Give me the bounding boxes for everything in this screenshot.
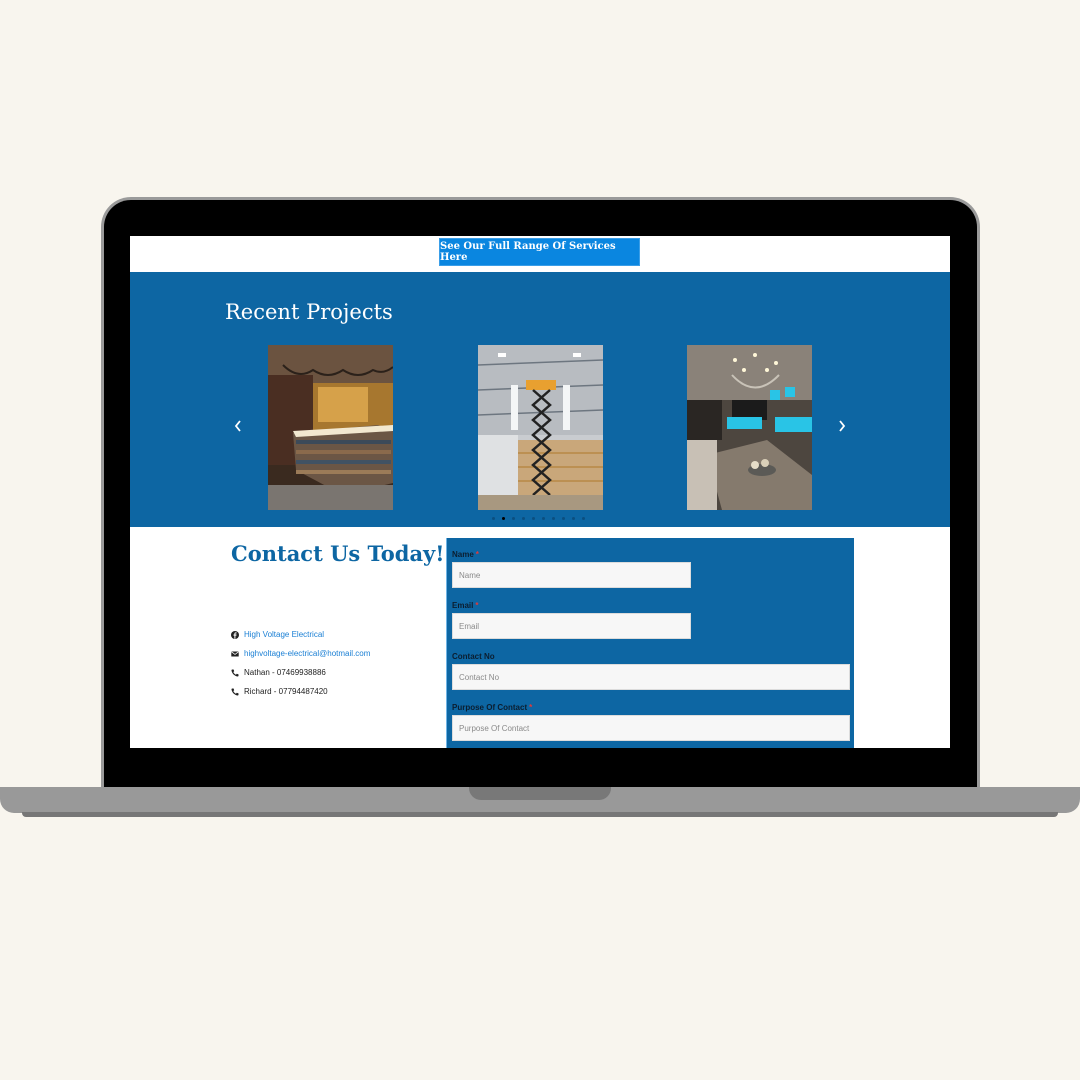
carousel-pagination — [492, 517, 585, 520]
contact-info-list: High Voltage Electrical highvoltage-elec… — [231, 625, 370, 701]
services-button[interactable]: See Our Full Range Of Services Here — [439, 238, 640, 266]
contact-no-label: Contact No — [452, 652, 495, 661]
phone-icon — [231, 688, 239, 696]
carousel-dot[interactable] — [532, 517, 535, 520]
projects-title: Recent Projects — [225, 300, 393, 324]
project-slide-warehouse[interactable] — [478, 345, 603, 510]
contact-item-email[interactable]: highvoltage-electrical@hotmail.com — [231, 644, 370, 663]
phone-nathan: Nathan - 07469938886 — [244, 668, 326, 677]
required-marker: * — [475, 601, 479, 610]
carousel-dot[interactable] — [512, 517, 515, 520]
required-marker: * — [475, 550, 479, 559]
carousel-dot[interactable] — [492, 517, 495, 520]
laptop-notch — [469, 787, 611, 800]
envelope-icon — [231, 650, 239, 658]
chevron-right-icon — [839, 420, 846, 432]
carousel-dot[interactable] — [572, 517, 575, 520]
contact-item-facebook[interactable]: High Voltage Electrical — [231, 625, 370, 644]
name-label: Name * — [452, 550, 479, 559]
purpose-input[interactable] — [452, 715, 850, 741]
contact-no-label-text: Contact No — [452, 652, 495, 661]
recent-projects-section: Recent Projects — [130, 272, 950, 527]
carousel-dot[interactable] — [522, 517, 525, 520]
name-input[interactable] — [452, 562, 691, 588]
email-link[interactable]: highvoltage-electrical@hotmail.com — [244, 649, 370, 658]
carousel-dot[interactable] — [552, 517, 555, 520]
project-slide-bar[interactable] — [268, 345, 393, 510]
contact-title: Contact Us Today! — [231, 541, 445, 566]
top-strip: See Our Full Range Of Services Here — [130, 236, 950, 272]
laptop-base-shadow — [22, 812, 1058, 817]
laptop-screen: See Our Full Range Of Services Here Rece… — [130, 236, 950, 748]
contact-item-phone-richard: Richard - 07794487420 — [231, 682, 370, 701]
email-label: Email * — [452, 601, 478, 610]
purpose-label: Purpose Of Contact * — [452, 703, 532, 712]
project-image-bar — [268, 345, 393, 510]
carousel-dot[interactable] — [542, 517, 545, 520]
email-label-text: Email — [452, 601, 474, 610]
carousel-dot[interactable] — [502, 517, 505, 520]
email-input[interactable] — [452, 613, 691, 639]
carousel-prev-button[interactable] — [228, 416, 248, 436]
facebook-icon — [231, 630, 239, 639]
phone-richard: Richard - 07794487420 — [244, 687, 328, 696]
facebook-link[interactable]: High Voltage Electrical — [244, 630, 324, 639]
name-label-text: Name — [452, 550, 474, 559]
contact-no-input[interactable] — [452, 664, 850, 690]
purpose-label-text: Purpose Of Contact — [452, 703, 528, 712]
phone-icon — [231, 669, 239, 677]
carousel-dot[interactable] — [562, 517, 565, 520]
contact-item-phone-nathan: Nathan - 07469938886 — [231, 663, 370, 682]
project-slide-kitchen[interactable] — [687, 345, 812, 510]
carousel-dot[interactable] — [582, 517, 585, 520]
project-image-kitchen — [687, 345, 812, 510]
contact-section: Contact Us Today! High Voltage Electrica… — [130, 527, 950, 748]
contact-form: Name* Email* Contact No Purpose Of Conta… — [446, 538, 854, 748]
required-marker: * — [529, 703, 533, 712]
chevron-left-icon — [234, 420, 241, 432]
project-image-warehouse — [478, 345, 603, 510]
carousel-next-button[interactable] — [832, 416, 852, 436]
